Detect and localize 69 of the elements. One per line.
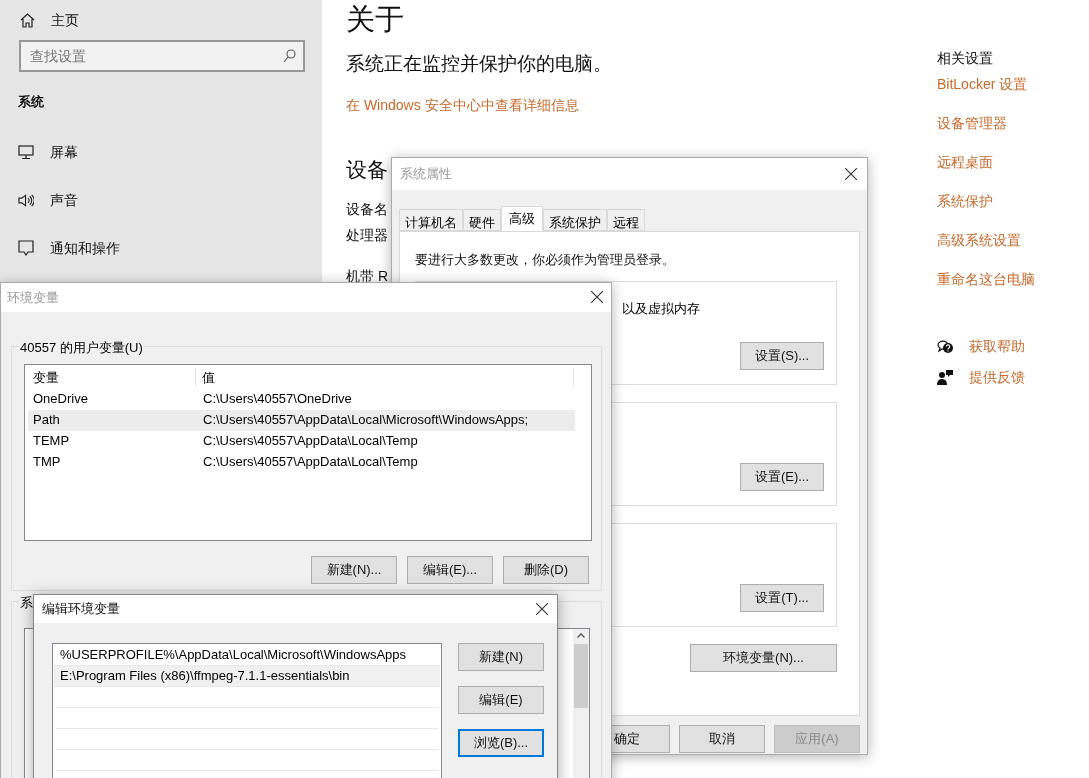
variable-row[interactable]: TEMP C:\Users\40557\AppData\Local\Temp [28, 430, 575, 452]
variable-row[interactable]: OneDrive C:\Users\40557\OneDrive [28, 388, 575, 410]
spec-label: 处理器 [346, 226, 388, 245]
scrollbar[interactable] [573, 628, 589, 778]
monitor-icon [18, 144, 34, 160]
search-icon [283, 49, 296, 63]
status-text: 系统正在监控并保护你的电脑。 [346, 52, 612, 76]
close-icon[interactable] [845, 168, 857, 180]
spec-label: 设备名 [346, 200, 388, 219]
related-heading: 相关设置 [937, 49, 994, 68]
column-header[interactable]: 值 [196, 368, 574, 388]
edit-dialog-button[interactable]: 新建(N) [458, 643, 544, 671]
variable-button[interactable]: 新建(N)... [311, 555, 397, 584]
variable-value: C:\Users\40557\AppData\Local\Temp [202, 453, 418, 472]
help-link[interactable]: 提供反馈 [969, 366, 1025, 388]
section-heading: 系统 [18, 93, 45, 111]
related-link[interactable]: 远程桌面 [937, 152, 1035, 172]
settings-button[interactable]: 设置(S)... [740, 341, 824, 370]
home-link[interactable]: 主页 [51, 9, 79, 31]
variable-name: TEMP [32, 432, 71, 451]
question-bubble-icon [937, 338, 954, 354]
tab[interactable]: 计算机名 [399, 209, 463, 231]
close-icon[interactable] [536, 603, 548, 615]
nav-item[interactable]: 声音 [50, 189, 78, 211]
window-title: 环境变量 [7, 288, 59, 307]
related-link[interactable]: 高级系统设置 [937, 230, 1035, 250]
settings-button[interactable]: 设置(T)... [740, 583, 824, 612]
admin-note: 要进行大多数更改，你必须作为管理员登录。 [415, 251, 676, 269]
edit-dialog-button[interactable]: 浏览(B)... [458, 729, 544, 757]
tab[interactable]: 系统保护 [543, 209, 607, 231]
section-heading: 设备 [346, 156, 388, 183]
close-icon[interactable] [591, 291, 603, 304]
path-entry[interactable]: E:\Program Files (x86)\ffmpeg-7.1.1-essentials\bin [54, 666, 440, 687]
variable-name: OneDrive [32, 390, 89, 409]
variable-name: Path [32, 411, 61, 430]
variable-button[interactable]: 编辑(E)... [407, 555, 493, 584]
help-link[interactable]: 获取帮助 [969, 335, 1025, 357]
variable-name: TMP [32, 453, 62, 472]
variable-value: C:\Users\40557\AppData\Local\Temp [202, 432, 418, 451]
related-link[interactable]: 设备管理器 [937, 113, 1035, 133]
tab[interactable]: 远程 [607, 209, 645, 231]
edit-dialog-button[interactable]: 编辑(E) [458, 686, 544, 714]
related-link[interactable]: 重命名这台电脑 [937, 269, 1035, 289]
tab[interactable]: 硬件 [463, 209, 501, 231]
speech-bubble-icon [18, 239, 34, 257]
search-field[interactable]: 查找设置 [19, 40, 305, 72]
person-feedback-icon [937, 369, 953, 385]
home-icon [20, 12, 35, 28]
variable-row[interactable]: Path C:\Users\40557\AppData\Local\Microsoft\WindowsApps; [28, 409, 575, 431]
dialog-button[interactable]: 取消 [679, 725, 765, 753]
window-title: 编辑环境变量 [42, 600, 120, 619]
tab[interactable]: 高级 [501, 206, 543, 231]
security-link[interactable]: 在 Windows 安全中心中查看详细信息 [346, 94, 579, 116]
column-header[interactable]: 变量 [28, 368, 196, 388]
variable-value: C:\Users\40557\OneDrive [202, 390, 352, 409]
variable-value: C:\Users\40557\AppData\Local\Microsoft\WindowsApps; [202, 411, 529, 430]
window-title: 系统属性 [400, 165, 452, 184]
environment-variables-button[interactable]: 环境变量(N)... [690, 643, 837, 672]
page-title: 关于 [346, 2, 404, 37]
related-link[interactable]: BitLocker 设置 [937, 74, 1035, 94]
spec-label: 机带 R [346, 267, 388, 286]
group-description: 以及虚拟内存 [622, 300, 700, 316]
speaker-icon [18, 192, 34, 208]
variable-row[interactable]: TMP C:\Users\40557\AppData\Local\Temp [28, 451, 575, 473]
nav-item[interactable]: 通知和操作 [50, 237, 120, 259]
related-link[interactable]: 系统保护 [937, 191, 1035, 211]
nav-item[interactable]: 屏幕 [50, 141, 78, 163]
settings-button[interactable]: 设置(E)... [740, 462, 824, 491]
variable-button[interactable]: 删除(D) [503, 555, 589, 584]
